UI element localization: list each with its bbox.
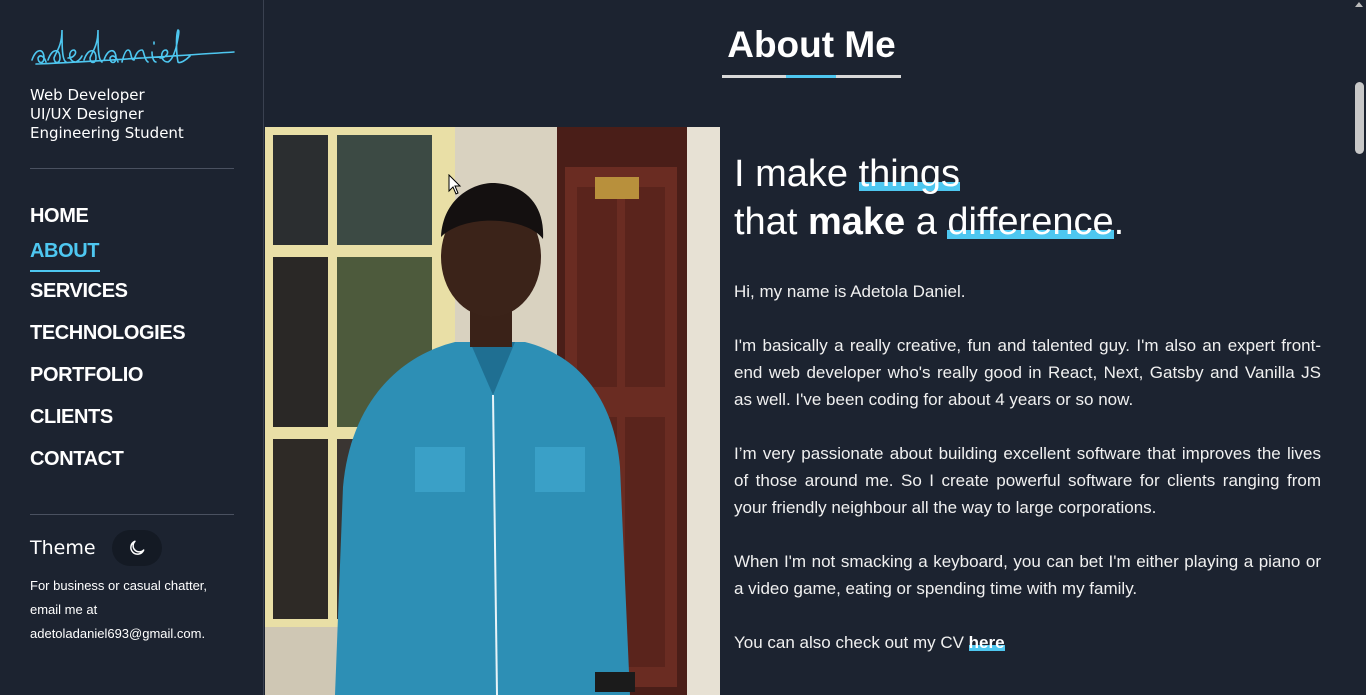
theme-label: Theme — [30, 537, 96, 559]
theme-row: Theme — [30, 530, 162, 566]
headline-bold: make — [807, 201, 906, 243]
nav-item-contact[interactable]: CONTACT — [30, 448, 124, 471]
about-paragraph: I'm basically a really creative, fun and… — [734, 336, 1321, 409]
contact-note-line: For business or casual chatter, — [30, 578, 208, 593]
mouse-cursor-icon — [448, 174, 462, 195]
sidebar-divider — [30, 168, 234, 169]
headline-highlight: things — [858, 153, 961, 195]
headline-text: a — [905, 201, 948, 243]
nav-item-home[interactable]: HOME — [30, 205, 89, 228]
profile-photo — [265, 127, 720, 695]
role-item: Web Developer — [30, 86, 145, 104]
about-section: About Me I make things that make a diffe… — [265, 0, 1352, 695]
about-body: Hi, my name is Adetola Daniel. I'm basic… — [734, 278, 1321, 683]
about-paragraph: Hi, my name is Adetola Daniel. — [734, 282, 966, 301]
title-underline-accent — [786, 75, 836, 78]
headline-text: I make — [734, 153, 859, 195]
role-item: Engineering Student — [30, 124, 184, 142]
nav-item-portfolio[interactable]: PORTFOLIO — [30, 364, 143, 387]
contact-email[interactable]: adetoladaniel693@gmail.com. — [30, 622, 235, 646]
nav-item-about[interactable]: ABOUT — [30, 240, 100, 263]
sidebar-divider — [30, 514, 234, 515]
about-paragraph: When I'm not smacking a keyboard, you ca… — [734, 552, 1321, 598]
scrollbar-thumb[interactable] — [1355, 82, 1364, 154]
nav-item-technologies[interactable]: TECHNOLOGIES — [30, 322, 186, 345]
logo[interactable] — [30, 26, 236, 72]
cv-link[interactable]: here — [968, 633, 1005, 652]
nav-item-services[interactable]: SERVICES — [30, 280, 128, 303]
sidebar: Web Developer UI/UX Designer Engineering… — [0, 0, 264, 695]
scrollbar[interactable] — [1352, 0, 1366, 695]
cv-text: You can also check out my CV — [734, 633, 969, 652]
cv-line: You can also check out my CV here — [734, 629, 1321, 656]
section-title: About Me — [727, 24, 896, 65]
contact-note: For business or casual chatter, email me… — [30, 574, 235, 646]
headline-highlight: difference — [947, 201, 1114, 243]
theme-toggle-button[interactable] — [111, 530, 162, 566]
role-item: UI/UX Designer — [30, 105, 144, 123]
moon-icon — [129, 540, 144, 555]
nav-item-clients[interactable]: CLIENTS — [30, 406, 113, 429]
active-nav-indicator — [30, 270, 100, 272]
role-list: Web Developer UI/UX Designer Engineering… — [30, 86, 184, 143]
headline: I make things that make a difference. — [734, 150, 1124, 246]
about-paragraph: I’m very passionate about building excel… — [734, 444, 1321, 517]
headline-text: . — [1113, 201, 1125, 243]
scroll-up-arrow[interactable] — [1355, 2, 1363, 7]
contact-note-line: email me at — [30, 602, 98, 617]
headline-text: that — [734, 201, 808, 243]
